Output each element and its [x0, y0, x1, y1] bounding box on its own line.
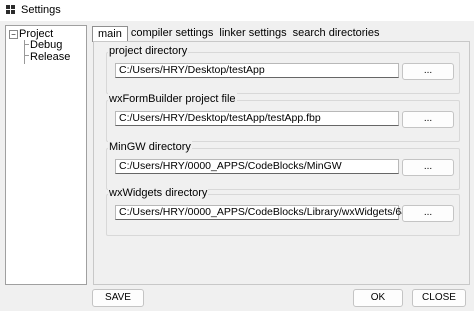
- collapse-icon[interactable]: −: [9, 30, 18, 39]
- group-label: project directory: [108, 45, 189, 57]
- group-label: wxWidgets directory: [108, 187, 209, 199]
- tree-connector: [24, 55, 29, 56]
- tab-search-directories[interactable]: search directories: [290, 26, 383, 41]
- tree-item-release[interactable]: Release: [30, 51, 70, 63]
- title-bar: Settings: [0, 0, 474, 21]
- group-label: MinGW directory: [108, 141, 192, 153]
- tree-connector: [24, 44, 29, 45]
- browse-mingw-directory-button[interactable]: ...: [402, 159, 454, 176]
- app-icon: [6, 5, 16, 15]
- ok-button[interactable]: OK: [353, 289, 403, 307]
- browse-project-directory-button[interactable]: ...: [402, 63, 454, 80]
- tab-compiler-settings[interactable]: compiler settings: [128, 26, 217, 41]
- close-button[interactable]: CLOSE: [412, 289, 466, 307]
- tree-item-debug[interactable]: Debug: [30, 39, 62, 51]
- wxformbuilder-file-field[interactable]: C:/Users/HRY/Desktop/testApp/testApp.fbp: [115, 111, 399, 126]
- project-tree[interactable]: − Project Debug Release: [5, 25, 87, 285]
- group-label: wxFormBuilder project file: [108, 93, 237, 105]
- project-directory-field[interactable]: C:/Users/HRY/Desktop/testApp: [115, 63, 399, 78]
- tab-main[interactable]: main: [92, 26, 128, 42]
- mingw-directory-field[interactable]: C:/Users/HRY/0000_APPS/CodeBlocks/MinGW: [115, 159, 399, 174]
- save-button[interactable]: SAVE: [92, 289, 144, 307]
- window-title: Settings: [21, 4, 61, 16]
- tab-linker-settings[interactable]: linker settings: [216, 26, 289, 41]
- tab-bar: main compiler settings linker settings s…: [92, 26, 382, 42]
- browse-wxwidgets-directory-button[interactable]: ...: [402, 205, 454, 222]
- browse-wxformbuilder-file-button[interactable]: ...: [402, 111, 454, 128]
- wxwidgets-directory-field[interactable]: C:/Users/HRY/0000_APPS/CodeBlocks/Librar…: [115, 205, 418, 220]
